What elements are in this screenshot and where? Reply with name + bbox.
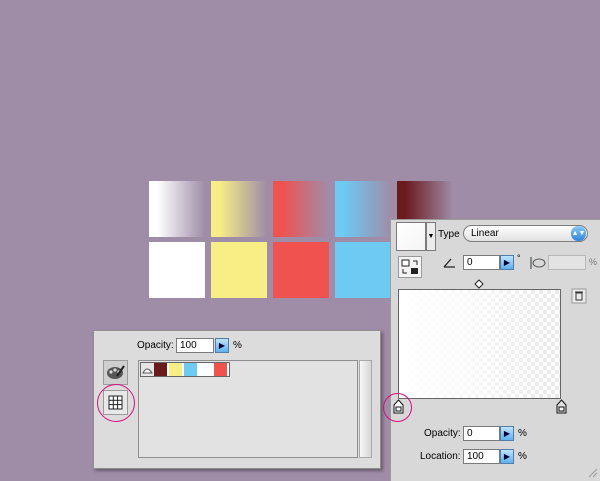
angle-field[interactable]: 0 bbox=[463, 255, 500, 270]
palette-icon bbox=[107, 365, 125, 379]
trash-icon[interactable] bbox=[571, 288, 587, 304]
location-label: Location: bbox=[420, 451, 461, 462]
palette-tool-button[interactable] bbox=[103, 360, 128, 385]
location-field[interactable]: 100 bbox=[463, 449, 500, 464]
angle-stepper[interactable]: ▶ bbox=[500, 255, 514, 270]
solid-swatch-white bbox=[149, 242, 205, 298]
solid-swatch-yellow bbox=[211, 242, 267, 298]
degree-label: ° bbox=[517, 253, 521, 263]
stop-opacity-stepper[interactable]: ▶ bbox=[500, 426, 514, 441]
location-percent: % bbox=[518, 451, 527, 462]
swap-button[interactable] bbox=[398, 256, 422, 278]
swatch-list-scrollbar[interactable] bbox=[359, 360, 372, 458]
gradient-swatch-blue bbox=[335, 181, 391, 237]
percent-label: % bbox=[233, 340, 242, 351]
stop-opacity-field[interactable]: 0 bbox=[463, 426, 500, 441]
type-select-arrow[interactable]: ▲▼ bbox=[571, 226, 586, 241]
opacity-stepper[interactable]: ▶ bbox=[215, 338, 229, 353]
location-stepper[interactable]: ▶ bbox=[500, 449, 514, 464]
solid-swatch-red bbox=[273, 242, 329, 298]
gradient-swatch-white bbox=[149, 181, 205, 237]
type-label: Type bbox=[438, 229, 460, 240]
angle-icon bbox=[443, 258, 455, 268]
solid-swatch-blue bbox=[335, 242, 391, 298]
opacity-label: Opacity: bbox=[137, 340, 174, 351]
swatch-chip-white[interactable] bbox=[199, 363, 212, 376]
gradient-stop-end-icon[interactable] bbox=[556, 399, 567, 414]
midpoint-diamond-icon[interactable] bbox=[474, 279, 484, 289]
highlight-ring-stop bbox=[383, 393, 412, 422]
no-fill-icon bbox=[142, 368, 153, 374]
opacity-field[interactable]: 100 bbox=[176, 338, 214, 353]
gradient-swatch-red bbox=[273, 181, 329, 237]
gradient-ramp[interactable] bbox=[398, 289, 561, 399]
swatch-chip-yellow[interactable] bbox=[169, 363, 182, 376]
swatch-chip-red[interactable] bbox=[214, 363, 227, 376]
type-select-value: Linear bbox=[471, 228, 499, 239]
type-select[interactable]: Linear bbox=[463, 225, 588, 242]
swatch-chip-dark-red[interactable] bbox=[154, 363, 167, 376]
gradient-preview[interactable] bbox=[396, 222, 426, 251]
highlight-ring-swatch-tool bbox=[97, 384, 135, 422]
swap-icon bbox=[401, 259, 418, 274]
stop-opacity-label: Opacity: bbox=[424, 428, 461, 439]
gradient-swatch-yellow bbox=[211, 181, 267, 237]
aspect-percent-label: % bbox=[589, 257, 598, 267]
aspect-field bbox=[548, 255, 586, 270]
stop-opacity-percent: % bbox=[518, 428, 527, 439]
gradient-preview-dropdown[interactable]: ▼ bbox=[426, 222, 436, 251]
ellipse-icon bbox=[530, 257, 546, 269]
swatch-chip-blue[interactable] bbox=[184, 363, 197, 376]
swatch-chip-transparent[interactable] bbox=[141, 363, 154, 376]
resize-grip-icon[interactable] bbox=[586, 466, 598, 478]
